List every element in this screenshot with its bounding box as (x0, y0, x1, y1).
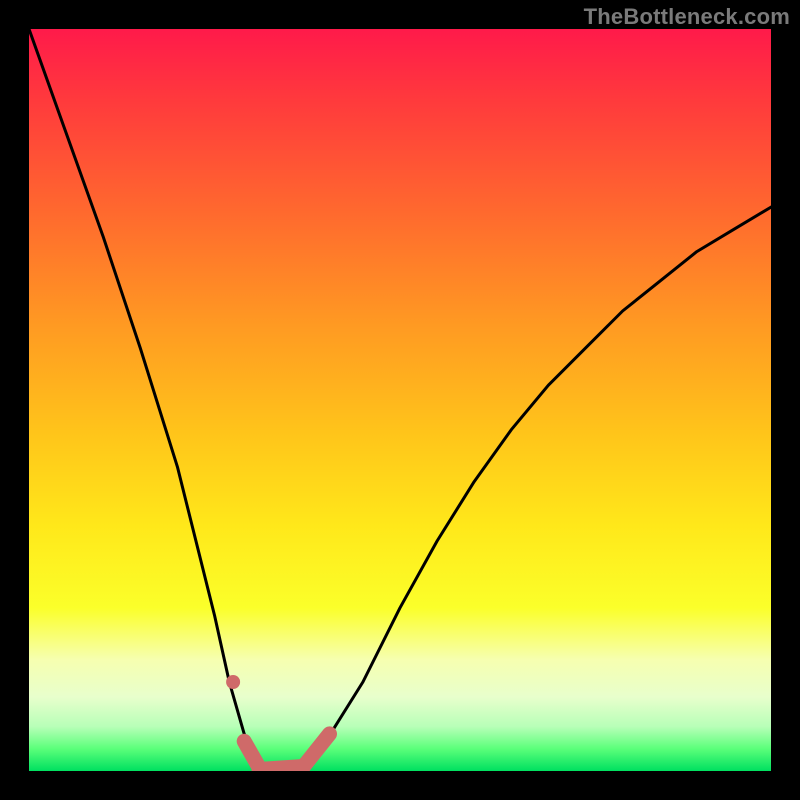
bottleneck-curve-line (29, 29, 771, 771)
highlight-marker-dot (226, 675, 240, 689)
chart-svg-layer (29, 29, 771, 771)
chart-plot-area (29, 29, 771, 771)
highlight-marker-right (304, 734, 330, 767)
watermark-text: TheBottleneck.com (584, 4, 790, 30)
